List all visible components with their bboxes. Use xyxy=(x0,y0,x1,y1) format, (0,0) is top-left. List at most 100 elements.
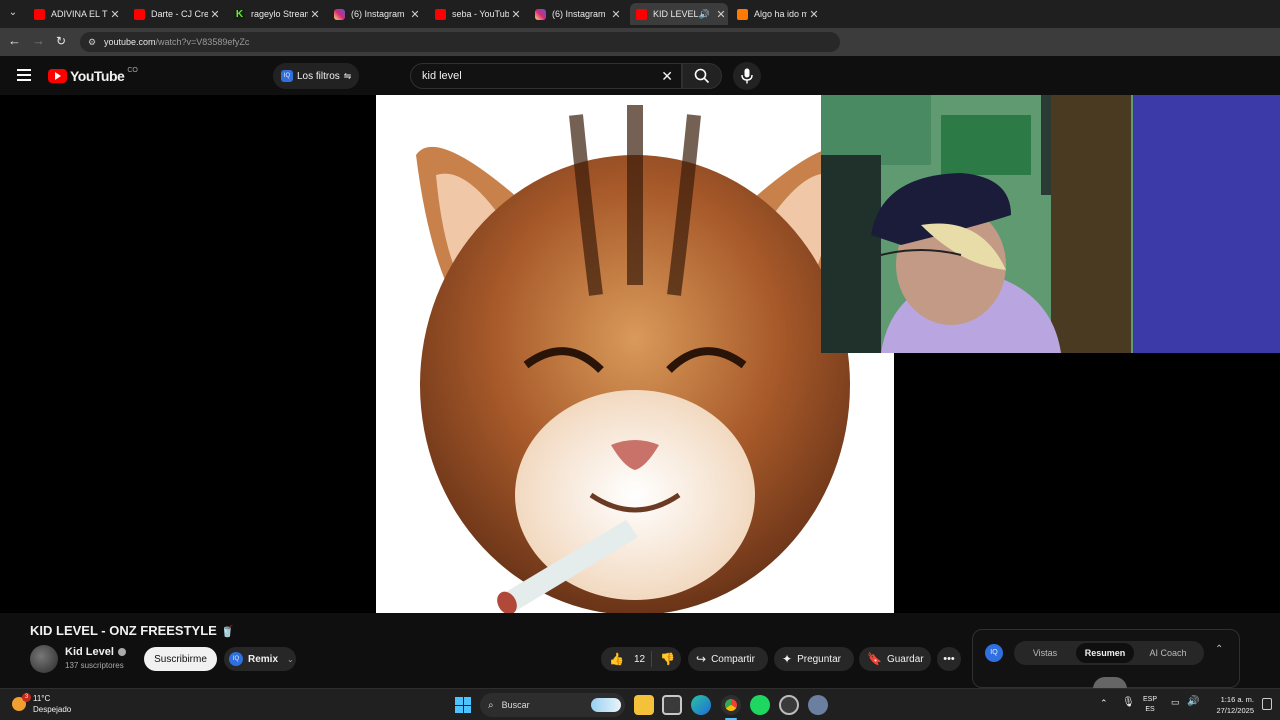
subscribe-label: Suscribirme xyxy=(154,653,207,665)
dislike-button[interactable]: 👎 xyxy=(652,652,675,666)
spotify-icon[interactable] xyxy=(750,695,770,715)
like-button[interactable]: 👍 12 xyxy=(601,652,651,666)
browser-tab[interactable]: ADIVINA EL TR ✕ xyxy=(28,3,122,25)
search-button[interactable] xyxy=(682,63,722,89)
sliders-icon: ⇋ xyxy=(343,70,352,81)
channel-name[interactable]: Kid Level xyxy=(65,646,114,658)
region-code: CO xyxy=(127,66,138,74)
thumbs-up-icon: 👍 xyxy=(609,652,624,666)
microphone-tray-icon[interactable]: 🎙 xyxy=(1122,697,1135,708)
share-button[interactable]: ↪ Compartir xyxy=(688,647,768,671)
subscriber-count: 137 suscriptores xyxy=(65,661,124,670)
tab-search-chevron-icon[interactable]: ⌄ xyxy=(6,7,20,21)
remix-label: Remix xyxy=(248,653,279,665)
clock-time: 1:16 a. m. xyxy=(1220,695,1254,704)
network-icon[interactable]: ▭ xyxy=(1171,697,1180,708)
bookmark-icon: 🔖 xyxy=(867,652,882,666)
close-tab-icon[interactable]: ✕ xyxy=(108,8,122,21)
subscribe-button[interactable]: Suscribirme xyxy=(144,647,217,671)
search-highlight-icon xyxy=(591,698,621,712)
voice-search-button[interactable] xyxy=(733,62,761,90)
browser-tab-active[interactable]: KID LEVEL 🔊 ✕ xyxy=(630,3,728,25)
close-tab-icon[interactable]: ✕ xyxy=(308,8,322,21)
tab-title: rageylo Stream xyxy=(251,9,308,19)
back-arrow-icon[interactable]: ← xyxy=(8,34,22,48)
chevron-down-icon: ⌄ xyxy=(287,654,294,664)
youtube-logo[interactable]: YouTube CO xyxy=(48,66,138,84)
share-label: Compartir xyxy=(711,653,755,665)
clock[interactable]: 1:16 a. m. 27/12/2025 xyxy=(1206,694,1254,716)
instagram-icon xyxy=(334,8,345,20)
video-player[interactable] xyxy=(0,95,1280,613)
reload-icon[interactable]: ↻ xyxy=(56,34,70,48)
close-tab-icon[interactable]: ✕ xyxy=(609,8,623,21)
tab-resumen[interactable]: Resumen xyxy=(1076,643,1134,663)
tab-title: (6) Instagram xyxy=(552,9,606,19)
save-label: Guardar xyxy=(886,653,924,665)
video-frame-kitten xyxy=(376,95,894,613)
url-path: /watch?v=V83589efyZc xyxy=(155,37,250,47)
video-title: KID LEVEL - ONZ FREESTYLE 🥤 xyxy=(30,623,234,638)
close-tab-icon[interactable]: ✕ xyxy=(509,8,523,21)
more-dots-icon: ••• xyxy=(943,653,955,665)
store-icon[interactable] xyxy=(662,695,682,715)
verified-icon xyxy=(117,648,126,656)
sparkle-icon: ✦ xyxy=(782,652,793,666)
tab-ai-coach[interactable]: AI Coach xyxy=(1134,648,1202,658)
browser-tab[interactable]: (6) Instagram ✕ xyxy=(328,3,422,25)
volume-icon[interactable]: 🔊 xyxy=(1187,696,1199,707)
youtube-play-icon xyxy=(48,69,67,83)
channel-name-row[interactable]: Kid Level xyxy=(65,646,126,658)
collapse-chevron-icon[interactable]: ⌃ xyxy=(1215,644,1223,655)
browser-tab[interactable]: seba - YouTub ✕ xyxy=(429,3,523,25)
tray-chevron-icon[interactable]: ⌃ xyxy=(1100,698,1108,709)
taskbar-search[interactable]: ⌕ Buscar xyxy=(480,693,625,717)
weather-widget[interactable]: 3 11°C Despejado xyxy=(12,693,92,717)
browser-tab[interactable]: K rageylo Stream ✕ xyxy=(228,3,322,25)
save-button[interactable]: 🔖 Guardar xyxy=(859,647,931,671)
close-tab-icon[interactable]: ✕ xyxy=(408,8,422,21)
video-title-emoji: 🥤 xyxy=(220,626,235,638)
close-tab-icon[interactable]: ✕ xyxy=(807,8,821,21)
search-icon: ⌕ xyxy=(488,699,494,711)
settings-gear-icon[interactable] xyxy=(808,695,828,715)
filters-button[interactable]: IQ Los filtros ⇋ xyxy=(273,63,359,89)
notifications-icon[interactable] xyxy=(1262,698,1272,710)
weather-badge: 3 xyxy=(22,693,31,702)
site-info-icon[interactable]: ⚙ xyxy=(88,37,96,48)
edge-icon[interactable] xyxy=(691,695,711,715)
browser-tab[interactable]: (6) Instagram ✕ xyxy=(529,3,623,25)
like-dislike-group: 👍 12 👎 xyxy=(601,647,681,671)
hamburger-menu-icon[interactable] xyxy=(17,69,31,81)
clear-search-icon[interactable]: ✕ xyxy=(661,68,673,85)
more-actions-button[interactable]: ••• xyxy=(937,647,961,671)
tab-title: seba - YouTub xyxy=(452,9,509,19)
youtube-header: YouTube CO IQ Los filtros ⇋ kid level ✕ xyxy=(0,56,1280,95)
close-tab-icon[interactable]: ✕ xyxy=(208,8,222,21)
browser-tab[interactable]: Darte - CJ Crew ✕ xyxy=(128,3,222,25)
windows-start-icon[interactable] xyxy=(455,697,471,713)
chrome-icon[interactable] xyxy=(721,695,741,715)
tab-title: (6) Instagram xyxy=(351,9,405,19)
browser-tab[interactable]: Algo ha ido m ✕ xyxy=(731,3,821,25)
language-indicator[interactable]: ESP ES xyxy=(1143,695,1157,715)
vidiq-icon: IQ xyxy=(281,70,293,82)
tab-title: ADIVINA EL TR xyxy=(51,9,108,19)
speaker-icon[interactable]: 🔊 xyxy=(699,9,710,20)
channel-avatar[interactable] xyxy=(30,645,58,673)
close-tab-icon[interactable]: ✕ xyxy=(714,8,728,21)
vidiq-panel: IQ Vistas Resumen AI Coach ⌃ xyxy=(972,629,1240,689)
forward-arrow-icon[interactable]: → xyxy=(32,34,46,48)
browser-toolbar: ← → ↻ ⚙ youtube.com/watch?v=V83589efyZc xyxy=(0,28,1280,56)
ask-button[interactable]: ✦ Preguntar xyxy=(774,647,854,671)
address-bar[interactable]: ⚙ youtube.com/watch?v=V83589efyZc xyxy=(80,32,840,52)
webcam-image xyxy=(821,95,1280,353)
tab-title: KID LEVEL xyxy=(653,9,699,19)
file-explorer-icon[interactable] xyxy=(634,695,654,715)
tab-vistas[interactable]: Vistas xyxy=(1014,648,1076,658)
remix-button[interactable]: IQ Remix ⌄ xyxy=(224,647,296,671)
obs-icon[interactable] xyxy=(779,695,799,715)
youtube-icon xyxy=(636,8,647,20)
microphone-icon xyxy=(741,68,753,84)
search-input[interactable]: kid level ✕ xyxy=(410,63,682,89)
